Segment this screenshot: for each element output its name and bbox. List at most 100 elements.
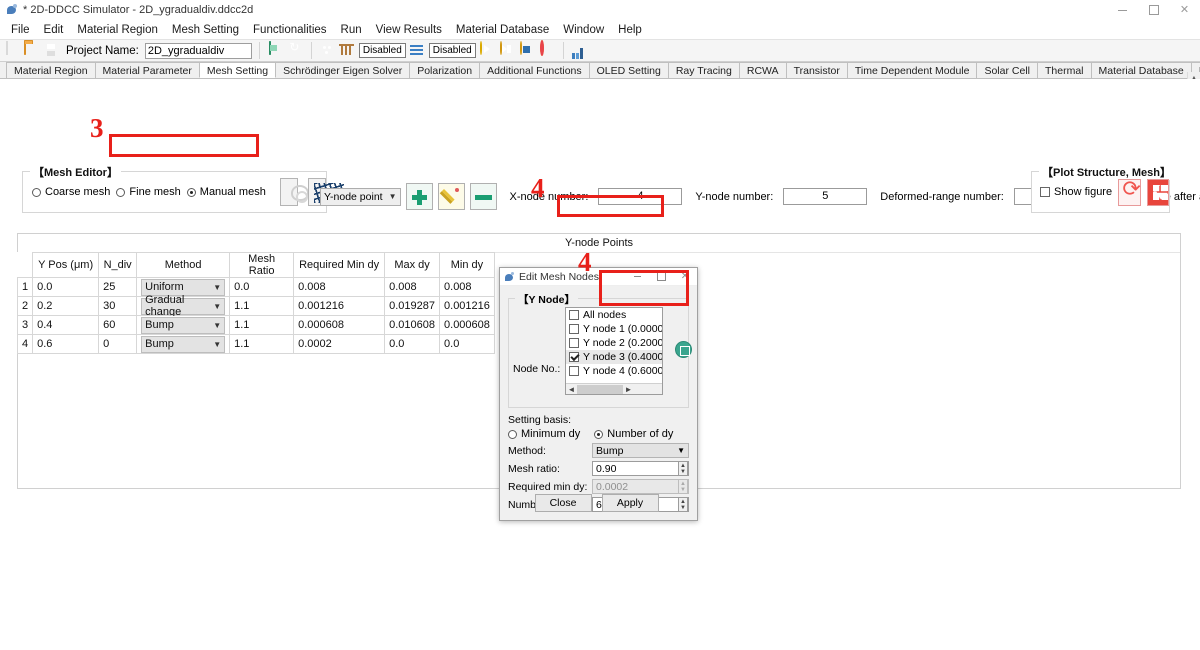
disabled-status-1[interactable]: Disabled <box>358 43 406 58</box>
tab-schrodinger-eigen-solver[interactable]: Schrödinger Eigen Solver <box>275 62 411 78</box>
menu-item-material-database[interactable]: Material Database <box>449 23 556 37</box>
tab-additional-functions[interactable]: Additional Functions <box>479 62 590 78</box>
node-list[interactable]: All nodes Y node 1 (0.0000 μ Y node 2 (0… <box>565 307 663 395</box>
cell-ndiv[interactable]: 60 <box>98 315 138 335</box>
tab-ray-tracing[interactable]: Ray Tracing <box>667 62 740 78</box>
mesh-ratio-label: Mesh ratio: <box>508 462 560 475</box>
node-list-item-all[interactable]: All nodes <box>566 308 662 322</box>
menu-item-help[interactable]: Help <box>611 23 649 37</box>
node-list-item-4[interactable]: Y node 4 (0.6000 μ <box>566 364 662 378</box>
tab-material-parameter[interactable]: Material Parameter <box>94 62 200 78</box>
replot-button[interactable] <box>1118 176 1145 206</box>
cell-required-min-dy[interactable]: 0.000608 <box>293 315 386 335</box>
tab-mesh-setting[interactable]: Mesh Setting <box>198 62 277 78</box>
apply-button[interactable]: Apply <box>601 494 659 512</box>
tab-thermal[interactable]: Thermal <box>1037 62 1092 78</box>
plot-grid-button[interactable] <box>1146 178 1169 206</box>
node-list-item-checkbox[interactable] <box>569 352 579 362</box>
add-node-button[interactable] <box>405 183 433 210</box>
cell-method[interactable]: Bump ▼ <box>136 334 231 354</box>
node-list-item-1[interactable]: Y node 1 (0.0000 μ <box>566 322 662 336</box>
scrollbar-thumb[interactable] <box>577 384 623 394</box>
node-type-combo[interactable]: Y-node point ▼ <box>320 187 401 206</box>
y-node-number-input[interactable]: 5 <box>783 188 868 205</box>
mesh-ratio-input[interactable]: 0.90 ▲ ▼ <box>592 461 689 476</box>
menu-item-run[interactable]: Run <box>334 23 369 37</box>
tab-transistor[interactable]: Transistor <box>785 62 848 78</box>
tab-oled-setting[interactable]: OLED Setting <box>588 62 669 78</box>
cell-method[interactable]: Bump ▼ <box>136 315 231 335</box>
menu-item-mesh-setting[interactable]: Mesh Setting <box>165 23 246 37</box>
node-list-horizontal-scrollbar[interactable]: ◄ ► <box>566 383 662 394</box>
menu-item-window[interactable]: Window <box>556 23 611 37</box>
node-list-item-3[interactable]: Y node 3 (0.4000 μ <box>566 350 662 364</box>
radio-number-of-dy[interactable]: Number of dy <box>594 428 673 440</box>
disabled-status-2[interactable]: Disabled <box>428 43 476 58</box>
radio-manual-mesh[interactable]: Manual mesh <box>186 186 266 198</box>
new-file-icon[interactable] <box>6 41 8 55</box>
menu-item-file[interactable]: File <box>4 23 37 37</box>
edit-node-button[interactable] <box>437 183 465 210</box>
x-node-number-input[interactable]: 4 <box>598 188 683 205</box>
menu-item-view-results[interactable]: View Results <box>369 23 449 37</box>
dialog-maximize-button[interactable] <box>649 268 673 286</box>
cell-mesh-ratio[interactable]: 1.1 <box>229 296 295 316</box>
tab-time-dependent-module[interactable]: Time Dependent Module <box>846 62 978 78</box>
run-save-icon[interactable] <box>519 41 522 55</box>
scroll-left-icon[interactable]: ◄ <box>566 385 577 394</box>
dialog-close-button[interactable]: ✕ <box>673 268 697 286</box>
open-folder-icon[interactable] <box>24 41 26 55</box>
menu-item-material-region[interactable]: Material Region <box>70 23 165 37</box>
node-list-item-checkbox[interactable] <box>569 310 579 320</box>
cell-ndiv[interactable]: 25 <box>98 277 138 297</box>
radio-fine-mesh[interactable]: Fine mesh <box>116 186 181 198</box>
cell-required-min-dy[interactable]: 0.008 <box>293 277 386 297</box>
stop-icon[interactable] <box>539 40 544 56</box>
dialog-minimize-button[interactable] <box>625 268 649 286</box>
mesh-ratio-spinner[interactable]: ▲ ▼ <box>678 461 688 476</box>
scroll-right-icon[interactable]: ► <box>623 385 634 394</box>
show-figure-checkbox[interactable]: Show figure <box>1040 186 1112 198</box>
node-list-item-checkbox[interactable] <box>569 366 579 376</box>
cell-ypos[interactable]: 0.6 <box>32 334 100 354</box>
cell-mesh-ratio[interactable]: 1.1 <box>229 334 295 354</box>
cell-ypos[interactable]: 0.0 <box>32 277 100 297</box>
remove-node-button[interactable] <box>469 183 497 210</box>
tab-material-database[interactable]: Material Database <box>1090 62 1192 78</box>
tab-solar-cell[interactable]: Solar Cell <box>976 62 1038 78</box>
auto-mesh-button[interactable] <box>279 178 309 206</box>
menu-item-functionalities[interactable]: Functionalities <box>246 23 334 37</box>
table-row[interactable]: 4 0.6 0 Bump ▼ 1.1 0.0002 0.0 0.0 <box>16 334 495 354</box>
cell-mesh-ratio[interactable]: 0.0 <box>229 277 295 297</box>
tab-polarization[interactable]: Polarization <box>409 62 481 78</box>
tab-rcwa[interactable]: RCWA <box>738 62 787 78</box>
project-name-input[interactable] <box>144 42 252 59</box>
close-button[interactable]: ✕ <box>1169 0 1200 20</box>
cell-required-min-dy[interactable]: 0.0002 <box>293 334 386 354</box>
run-all-icon[interactable] <box>499 41 502 55</box>
maximize-button[interactable] <box>1138 0 1169 20</box>
table-row[interactable]: 3 0.4 60 Bump ▼ 1.1 0.000608 0.010608 0.… <box>16 315 495 335</box>
node-list-item-checkbox[interactable] <box>569 338 579 348</box>
minimize-button[interactable] <box>1107 0 1138 20</box>
cell-ndiv[interactable]: 0 <box>98 334 138 354</box>
menu-item-edit[interactable]: Edit <box>37 23 71 37</box>
tab-material-region[interactable]: Material Region <box>6 62 96 78</box>
radio-coarse-mesh[interactable]: Coarse mesh <box>32 186 110 198</box>
cell-required-min-dy[interactable]: 0.001216 <box>293 296 386 316</box>
cell-ypos[interactable]: 0.2 <box>32 296 100 316</box>
table-row[interactable]: 1 0.0 25 Uniform ▼ 0.0 0.008 0.008 0.008 <box>16 277 495 297</box>
node-list-item-checkbox[interactable] <box>569 324 579 334</box>
cell-method[interactable]: Gradual change ▼ <box>136 294 231 318</box>
structure-icon[interactable] <box>268 41 271 55</box>
run-icon[interactable] <box>479 41 482 55</box>
cell-ypos[interactable]: 0.4 <box>32 315 100 335</box>
close-button[interactable]: Close <box>534 494 592 512</box>
node-list-item-2[interactable]: Y node 2 (0.2000 μ <box>566 336 662 350</box>
table-row[interactable]: 2 0.2 30 Gradual change ▼ 1.1 0.001216 0… <box>16 294 495 318</box>
radio-minimum-dy[interactable]: Minimum dy <box>508 428 580 440</box>
cell-ndiv[interactable]: 30 <box>98 296 138 316</box>
cell-mesh-ratio[interactable]: 1.1 <box>229 315 295 335</box>
confirm-node-selection-button[interactable] <box>675 341 692 358</box>
method-combo[interactable]: Bump ▼ <box>592 443 689 458</box>
